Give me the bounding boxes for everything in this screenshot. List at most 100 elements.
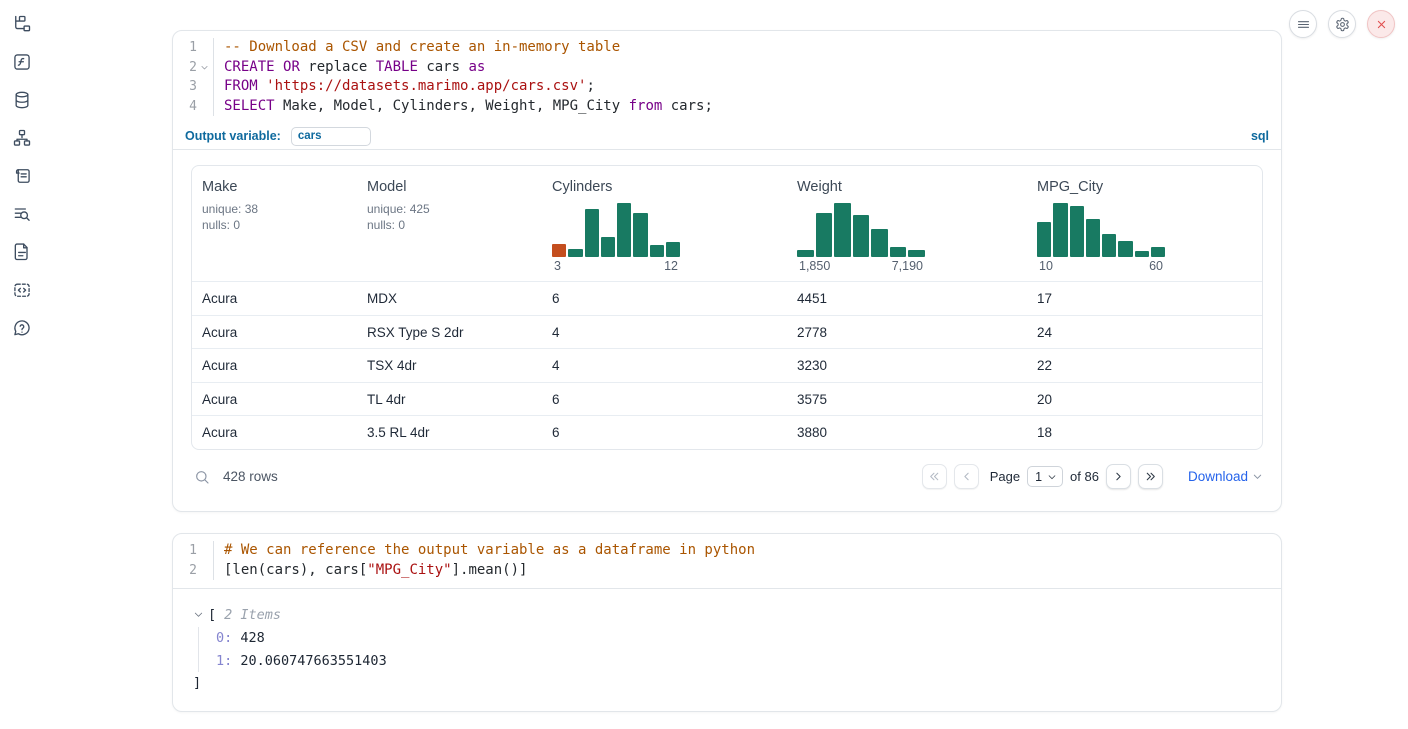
histogram-bar[interactable] <box>1086 219 1100 257</box>
line-number: 3 <box>173 77 197 97</box>
table-cell[interactable]: 3575 <box>787 383 1027 416</box>
table-row[interactable]: AcuraRSX Type S 2dr4277824 <box>192 315 1262 349</box>
code-line[interactable]: 2CREATE OR replace TABLE cars as <box>173 58 1281 78</box>
column-name: Model <box>367 179 532 195</box>
code-line[interactable]: 2[len(cars), cars["MPG_City"].mean()] <box>173 561 1281 581</box>
table-row[interactable]: AcuraMDX6445117 <box>192 281 1262 315</box>
scratchpad-icon[interactable] <box>11 165 33 187</box>
table-cell[interactable]: 6 <box>542 416 787 449</box>
table-cell[interactable]: 22 <box>1027 349 1263 382</box>
code-line[interactable]: 4SELECT Make, Model, Cylinders, Weight, … <box>173 97 1281 117</box>
download-button[interactable]: Download <box>1188 469 1263 484</box>
histogram-bar[interactable] <box>797 250 814 257</box>
table-cell[interactable]: Acura <box>192 316 357 349</box>
table-cell[interactable]: 20 <box>1027 383 1263 416</box>
column-header-weight[interactable]: Weight1,8507,190 <box>787 166 1027 281</box>
table-cell[interactable]: 6 <box>542 282 787 315</box>
help-icon[interactable] <box>11 317 33 339</box>
language-badge[interactable]: sql <box>1251 129 1269 143</box>
close-icon <box>1374 17 1389 32</box>
column-header-mpg_city[interactable]: MPG_City1060 <box>1027 166 1263 281</box>
dependency-graph-icon[interactable] <box>11 127 33 149</box>
output-variable-input[interactable] <box>291 127 371 146</box>
histogram-bar[interactable] <box>1135 251 1149 257</box>
datasources-icon[interactable] <box>11 89 33 111</box>
python-code-editor[interactable]: 1# We can reference the output variable … <box>173 534 1281 589</box>
column-header-model[interactable]: Modelunique: 425nulls: 0 <box>357 166 542 241</box>
settings-button[interactable] <box>1328 10 1356 38</box>
histogram-bar[interactable] <box>834 203 851 257</box>
column-header-make[interactable]: Makeunique: 38nulls: 0 <box>192 166 357 241</box>
table-cell[interactable]: Acura <box>192 282 357 315</box>
column-header-cylinders[interactable]: Cylinders312 <box>542 166 787 281</box>
histogram-bar[interactable] <box>601 237 615 257</box>
table-cell[interactable]: 24 <box>1027 316 1263 349</box>
histogram-bar[interactable] <box>1053 203 1067 257</box>
file-tree-icon[interactable] <box>11 13 33 35</box>
histogram-bar[interactable] <box>585 209 599 257</box>
table-cell[interactable]: 6 <box>542 383 787 416</box>
histogram-bar[interactable] <box>871 229 888 257</box>
sql-code-editor[interactable]: 1-- Download a CSV and create an in-memo… <box>173 31 1281 121</box>
histogram-bar[interactable] <box>890 247 907 257</box>
histogram-bar[interactable] <box>1102 234 1116 257</box>
histogram-bar[interactable] <box>633 213 647 257</box>
collapse-chevron-icon[interactable] <box>193 609 205 621</box>
next-page-button[interactable] <box>1106 464 1131 489</box>
histogram-bar[interactable] <box>666 242 680 257</box>
logs-icon[interactable] <box>11 203 33 225</box>
shutdown-button[interactable] <box>1367 10 1395 38</box>
table-row[interactable]: Acura3.5 RL 4dr6388018 <box>192 415 1262 449</box>
histogram-bar[interactable] <box>650 245 664 257</box>
table-cell[interactable]: 4 <box>542 349 787 382</box>
histogram-bar[interactable] <box>1151 247 1165 257</box>
histogram-bar[interactable] <box>552 244 566 257</box>
chevrons-left-icon <box>928 470 941 483</box>
histogram-axis: 1060 <box>1037 257 1165 273</box>
table-cell[interactable]: 2778 <box>787 316 1027 349</box>
page-select[interactable]: 1 <box>1027 466 1063 487</box>
table-cell[interactable]: 3.5 RL 4dr <box>357 416 542 449</box>
code-line[interactable]: 1-- Download a CSV and create an in-memo… <box>173 38 1281 58</box>
code-line[interactable]: 1# We can reference the output variable … <box>173 541 1281 561</box>
table-cell[interactable]: TL 4dr <box>357 383 542 416</box>
documentation-icon[interactable] <box>11 241 33 263</box>
table-row[interactable]: AcuraTL 4dr6357520 <box>192 382 1262 416</box>
table-cell[interactable]: RSX Type S 2dr <box>357 316 542 349</box>
snippets-icon[interactable] <box>11 279 33 301</box>
table-cell[interactable]: 3230 <box>787 349 1027 382</box>
menu-button[interactable] <box>1289 10 1317 38</box>
table-cell[interactable]: 17 <box>1027 282 1263 315</box>
code-line[interactable]: 3FROM 'https://datasets.marimo.app/cars.… <box>173 77 1281 97</box>
histogram-bar[interactable] <box>617 203 631 257</box>
histogram-bar[interactable] <box>1118 241 1132 257</box>
table-cell[interactable]: Acura <box>192 349 357 382</box>
histogram-bar[interactable] <box>816 213 833 257</box>
table-cell[interactable]: 18 <box>1027 416 1263 449</box>
functions-icon[interactable] <box>11 51 33 73</box>
table-cell[interactable]: 3880 <box>787 416 1027 449</box>
table-cell[interactable]: 4451 <box>787 282 1027 315</box>
table-cell[interactable]: 4 <box>542 316 787 349</box>
sql-cell-footer: Output variable: sql <box>173 123 1281 150</box>
code-text: CREATE OR replace TABLE cars as <box>213 58 485 78</box>
histogram-bar[interactable] <box>568 249 582 257</box>
first-page-button[interactable] <box>922 464 947 489</box>
notebook-actions <box>1289 10 1395 38</box>
search-button[interactable] <box>191 466 213 488</box>
histogram-bar[interactable] <box>853 215 870 257</box>
previous-page-button[interactable] <box>954 464 979 489</box>
axis-max-label: 12 <box>664 259 678 273</box>
table-cell[interactable]: TSX 4dr <box>357 349 542 382</box>
histogram-bar[interactable] <box>1037 222 1051 257</box>
fold-chevron-icon[interactable] <box>197 63 211 72</box>
histogram-bar[interactable] <box>908 250 925 257</box>
histogram-bar[interactable] <box>1070 206 1084 257</box>
axis-min-label: 1,850 <box>799 259 830 273</box>
last-page-button[interactable] <box>1138 464 1163 489</box>
pagination: Page 1 of 86 Download <box>922 464 1263 489</box>
table-cell[interactable]: Acura <box>192 383 357 416</box>
table-row[interactable]: AcuraTSX 4dr4323022 <box>192 348 1262 382</box>
table-cell[interactable]: MDX <box>357 282 542 315</box>
table-cell[interactable]: Acura <box>192 416 357 449</box>
